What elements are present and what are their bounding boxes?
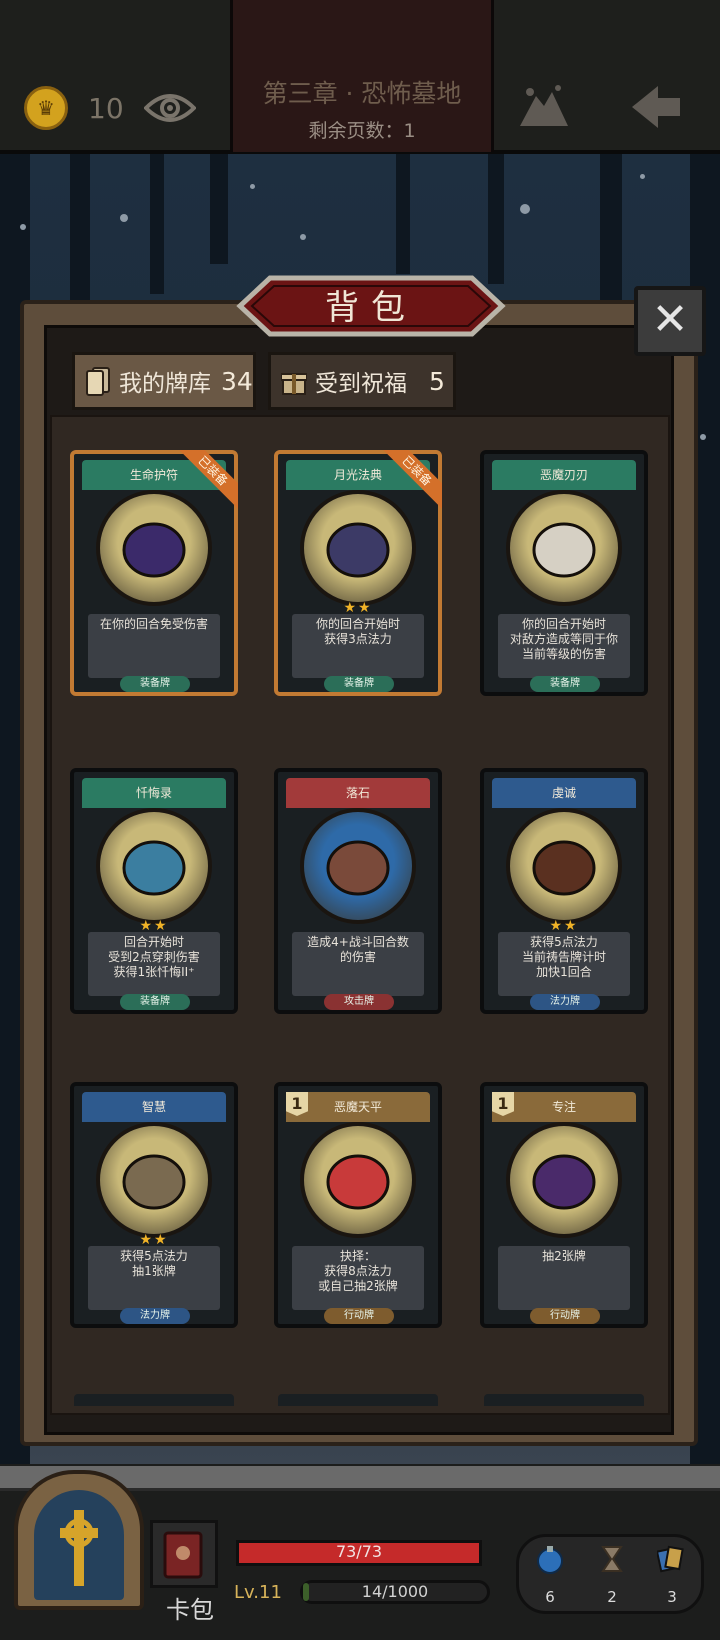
card-type-badge: 装备牌 — [530, 676, 600, 692]
chapter-title: 第三章 · 恐怖墓地 — [262, 79, 462, 108]
equipped-ribbon: 已装备 — [176, 450, 238, 512]
card-description: 你的回合开始时 对敌方造成等同于你 当前等级的伤害 — [509, 617, 618, 661]
hourglass-icon — [601, 1546, 623, 1572]
card-name: 虔诚 — [551, 786, 576, 800]
card-name: 智慧 — [141, 1100, 166, 1114]
tab-my-deck-label: 我的牌库 — [119, 371, 211, 397]
book-icon — [163, 1531, 203, 1579]
card-description: 你的回合开始时 获得3点法力 — [315, 617, 400, 646]
card-description: 获得5点法力 抽1张牌 — [120, 1249, 188, 1278]
tab-my-deck[interactable]: 我的牌库 34 — [72, 352, 256, 410]
confession-book-icon — [122, 840, 186, 896]
crown-coin-icon: ♛ — [24, 86, 68, 130]
card-pack-label: 卡包 — [166, 1596, 214, 1624]
equipped-label: 已装备 — [380, 450, 442, 510]
potion-icon — [537, 1546, 563, 1574]
close-icon: ✕ — [651, 294, 689, 345]
card-type-badge: 行动牌 — [324, 1308, 394, 1324]
card-type-badge: 攻击牌 — [324, 994, 394, 1010]
gift-icon — [281, 373, 307, 395]
cards-icon — [86, 367, 110, 396]
falling-rocks-icon — [326, 840, 390, 896]
card-description: 获得5点法力 当前祷告牌计时 加快1回合 — [521, 935, 606, 979]
coin-count: 10 — [88, 92, 124, 125]
potion-item[interactable]: 6 — [530, 1544, 570, 1606]
card-name: 恶魔天平 — [333, 1100, 382, 1114]
card-type-badge: 装备牌 — [120, 994, 190, 1010]
card-art — [506, 808, 622, 924]
card-stack-item[interactable]: 3 — [652, 1544, 692, 1606]
card-peek — [484, 1394, 644, 1406]
card-falling-rocks[interactable]: 落石造成4+战斗回合数 的伤害攻击牌 — [274, 768, 442, 1014]
equipped-label: 已装备 — [176, 450, 238, 510]
potion-count: 6 — [545, 1588, 555, 1606]
map-icon[interactable] — [516, 82, 572, 132]
card-pack-button[interactable] — [150, 1520, 218, 1588]
xp-text: 14/1000 — [361, 1582, 429, 1601]
card-peek — [278, 1394, 438, 1406]
demon-blade-icon — [532, 522, 596, 578]
card-type-badge: 行动牌 — [530, 1308, 600, 1324]
focused-wizard-icon — [532, 1154, 596, 1210]
card-praying-monk[interactable]: 虔诚 ★★ 获得5点法力 当前祷告牌计时 加快1回合 法力牌 — [480, 768, 648, 1014]
close-button[interactable]: ✕ — [634, 286, 706, 356]
card-art — [300, 808, 416, 924]
card-description: 抉择： 获得8点法力 或自己抽2张牌 — [318, 1249, 398, 1293]
card-old-sage[interactable]: 智慧 ★★ 获得5点法力 抽1张牌 法力牌 — [70, 1082, 238, 1328]
tab-my-deck-count: 34 — [221, 366, 253, 396]
demon-scale-icon — [326, 1154, 390, 1210]
card-type-badge: 法力牌 — [120, 1308, 190, 1324]
card-description: 抽2张牌 — [542, 1249, 586, 1263]
card-name: 落石 — [345, 786, 370, 800]
card-art — [506, 1122, 622, 1238]
card-description: 造成4+战斗回合数 的伤害 — [307, 935, 409, 964]
card-name: 恶魔刃刃 — [539, 468, 588, 482]
equipped-ribbon: 已装备 — [380, 450, 442, 512]
card-art — [506, 490, 622, 606]
eye-icon[interactable] — [144, 88, 196, 128]
hourglass-count: 2 — [607, 1588, 617, 1606]
card-art — [96, 1122, 212, 1238]
cross-icon — [60, 1510, 98, 1586]
card-moon-tome[interactable]: 月光法典 ★★ 你的回合开始时 获得3点法力 装备牌 已装备 — [274, 450, 442, 696]
card-art — [96, 808, 212, 924]
hp-text: 73/73 — [335, 1542, 383, 1561]
hero-portrait — [34, 1490, 124, 1600]
back-arrow-icon[interactable] — [628, 82, 684, 132]
player-level: Lv.11 — [234, 1582, 282, 1603]
tab-blessings-label: 受到祝福 — [315, 371, 407, 397]
old-sage-icon — [122, 1154, 186, 1210]
pages-left: 剩余页数：1 — [308, 120, 416, 142]
card-type-badge: 装备牌 — [324, 676, 394, 692]
card-focused-wizard[interactable]: 1 专注 抽2张牌 行动牌 — [480, 1082, 648, 1328]
card-name: 忏悔录 — [135, 786, 172, 800]
card-type-badge: 法力牌 — [530, 994, 600, 1010]
card-demon-blade[interactable]: 恶魔刃刃你的回合开始时 对敌方造成等同于你 当前等级的伤害装备牌 — [480, 450, 648, 696]
card-art — [300, 1122, 416, 1238]
card-peek — [74, 1394, 234, 1406]
modal-title: 背包 — [325, 288, 417, 328]
card-description: 回合开始时 受到2点穿刺伤害 获得1张忏悔II⁺ — [108, 935, 200, 979]
card-confession-book[interactable]: 忏悔录 ★★ 回合开始时 受到2点穿刺伤害 获得1张忏悔II⁺ 装备牌 — [70, 768, 238, 1014]
card-name: 专注 — [551, 1100, 576, 1114]
card-stack-icon — [655, 1545, 684, 1573]
tab-blessings-count: 5 — [429, 366, 445, 396]
card-description: 在你的回合免受伤害 — [99, 617, 208, 631]
tab-blessings[interactable]: 受到祝福 5 — [268, 352, 456, 410]
card-stack-count: 3 — [667, 1588, 677, 1606]
card-bat-amulet[interactable]: 生命护符 在你的回合免受伤害 装备牌 已装备 — [70, 450, 238, 696]
card-demon-scale[interactable]: 1 恶魔天平 抉择： 获得8点法力 或自己抽2张牌 行动牌 — [274, 1082, 442, 1328]
praying-monk-icon — [532, 840, 596, 896]
card-type-badge: 装备牌 — [120, 676, 190, 692]
hourglass-item[interactable]: 2 — [592, 1544, 632, 1606]
